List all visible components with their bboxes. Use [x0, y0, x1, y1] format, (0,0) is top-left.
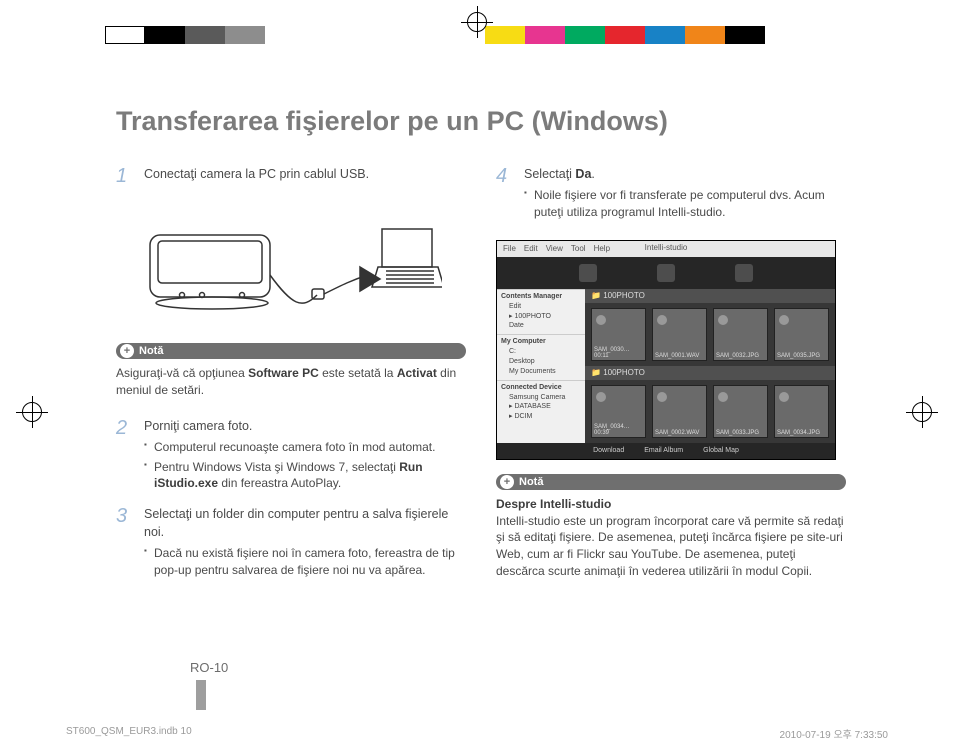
print-color-bar [105, 26, 805, 44]
note-label: Notă [519, 476, 543, 488]
app-sidebar: Contents Manager Edit ▸ 100PHOTO Date My… [497, 289, 585, 443]
share-icon [735, 264, 753, 282]
registration-mark-icon [461, 6, 493, 38]
step-text: Selectaţi Da. [524, 165, 846, 183]
step-text: Conectaţi camera la PC prin cablul USB. [144, 165, 466, 183]
footer-left: ST600_QSM_EUR3.indb 10 [66, 726, 192, 741]
plus-icon: + [500, 475, 514, 489]
plus-icon: + [120, 344, 134, 358]
step-text: Porniţi camera foto. [144, 417, 466, 435]
note-text: Intelli-studio este un program încorpora… [496, 513, 846, 580]
step-number: 2 [116, 417, 138, 496]
page-marker [196, 680, 206, 710]
note-text: Asiguraţi-vă că opţiunea Software PC est… [116, 365, 466, 399]
step-bullet: Computerul recunoaşte camera foto în mod… [144, 439, 466, 456]
note-badge: + Notă [496, 474, 846, 490]
footer-right: 2010-07-19 오후 7:33:50 [780, 726, 888, 741]
step-bullet: Pentru Windows Vista şi Windows 7, selec… [144, 459, 466, 493]
step-number: 3 [116, 505, 138, 582]
menu-item: File [503, 244, 516, 253]
app-title: Intelli-studio [645, 243, 688, 252]
note-badge: + Notă [116, 343, 466, 359]
intelli-studio-screenshot: File Edit View Tool Help Intelli-studio … [496, 240, 836, 460]
step-text: Selectaţi un folder din computer pentru … [144, 505, 466, 541]
step-bullet: Dacă nu există fişiere noi în camera fot… [144, 545, 466, 579]
menu-item: Edit [524, 244, 538, 253]
menu-item: View [546, 244, 563, 253]
step-number: 4 [496, 165, 518, 224]
print-footer: ST600_QSM_EUR3.indb 10 2010-07-19 오후 7:3… [66, 726, 888, 741]
step-number: 1 [116, 165, 138, 187]
page-title: Transferarea fişierelor pe un PC (Window… [116, 106, 846, 137]
pc-icon [657, 264, 675, 282]
menu-item: Help [594, 244, 610, 253]
note-heading: Despre Intelli-studio [496, 496, 846, 513]
left-column: 1 Conectaţi camera la PC prin cablul USB… [116, 165, 466, 592]
registration-mark-icon [906, 396, 938, 428]
step-bullet: Noile fişiere vor fi transferate pe comp… [524, 187, 846, 221]
menu-item: Tool [571, 244, 586, 253]
note-label: Notă [139, 345, 163, 357]
camera-laptop-diagram [142, 205, 442, 325]
right-column: 4 Selectaţi Da. Noile fişiere vor fi tra… [496, 165, 846, 592]
library-icon [579, 264, 597, 282]
page-number: RO-10 [190, 660, 228, 675]
registration-mark-icon [16, 396, 48, 428]
